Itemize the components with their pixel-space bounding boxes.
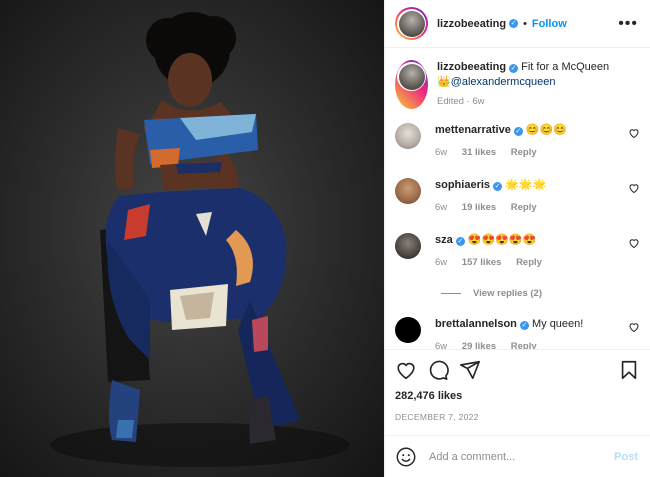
comment-body: sophiaeris ✓ 🌟🌟🌟 6w 19 likes Reply [435,178,615,215]
verified-badge-icon: ✓ [509,19,519,28]
caption-avatar [398,63,425,90]
comment-reply-button[interactable]: Reply [511,202,537,213]
comment-body: brettalannelson ✓ My queen! 6w 29 likes R… [435,317,615,349]
verified-badge-icon: ✓ [513,127,523,136]
post-photo-artwork [50,12,350,467]
comment-age: 6w [435,341,448,349]
comment-like-heart-icon[interactable] [628,127,640,139]
comment-bubble-icon[interactable] [427,359,449,381]
share-paper-plane-icon[interactable] [459,359,481,381]
comment-item: sophiaeris ✓ 🌟🌟🌟 6w 19 likes Reply [385,178,650,215]
comments-section[interactable]: lizzobeeating ✓ Fit for a McQueen 👑@alexa… [385,48,650,349]
post-actions-area: 282,476 likes DECEMBER 7, 2022 [385,349,650,435]
commenter-avatar[interactable] [395,178,421,204]
comment-reply-button[interactable]: Reply [516,257,542,268]
follow-button[interactable]: Follow [532,18,567,30]
comment-likes[interactable]: 157 likes [462,257,502,268]
comment-age: 6w [435,202,448,213]
comment-text: 😊😊😊 [525,124,567,136]
view-replies-button[interactable]: View replies (2) [441,288,650,299]
caption-avatar-ring[interactable] [395,60,428,109]
commenter-avatar[interactable] [395,123,421,149]
comment-reply-button[interactable]: Reply [511,341,537,349]
caption-mention-link[interactable]: @alexandermcqueen [451,76,556,88]
verified-badge-icon: ✓ [455,237,465,246]
comment-username[interactable]: sza [435,234,453,246]
comment-like-heart-icon[interactable] [628,321,640,333]
more-horizontal-icon[interactable]: ••• [618,15,638,33]
emoji-smile-icon[interactable] [395,446,417,468]
add-comment-input[interactable] [429,450,615,463]
comment-body: mettenarrative ✓ 😊😊😊 6w 31 likes Reply [435,123,615,160]
comment-like-heart-icon[interactable] [628,182,640,194]
post-likes-count[interactable]: 282,476 likes [395,390,640,402]
view-replies-line [441,293,461,294]
instagram-post-window: lizzobeeating ✓ • Follow ••• lizzobeeati… [0,0,650,477]
caption-text-block: lizzobeeating ✓ Fit for a McQueen 👑@alexa… [437,60,609,109]
comment-likes[interactable]: 31 likes [462,147,496,158]
comment-likes[interactable]: 19 likes [462,202,496,213]
view-replies-label: View replies (2) [473,288,542,299]
caption: lizzobeeating ✓ Fit for a McQueen 👑@alexa… [385,48,650,109]
add-comment-bar: Post [385,435,650,477]
post-header: lizzobeeating ✓ • Follow ••• [385,0,650,48]
comment-meta: 6w 31 likes Reply [435,146,615,160]
author-username[interactable]: lizzobeeating [437,18,506,30]
comment-meta: 6w 19 likes Reply [435,201,615,215]
verified-badge-icon: ✓ [493,182,503,191]
comment-username[interactable]: sophiaeris [435,179,490,191]
verified-badge-icon: ✓ [519,321,529,330]
action-bar [395,350,640,390]
caption-username[interactable]: lizzobeeating [437,61,506,73]
author-avatar [398,10,425,37]
comment-text: My queen! [531,318,584,330]
comment-text: 🌟🌟🌟 [505,179,547,191]
bookmark-icon[interactable] [618,359,640,381]
comment-like-heart-icon[interactable] [628,237,640,249]
post-comment-button[interactable]: Post [614,451,638,463]
comment-text: 😍😍😍😍😍 [467,234,537,246]
comment-age: 6w [435,257,448,268]
post-photo[interactable] [0,0,384,477]
post-side-panel: lizzobeeating ✓ • Follow ••• lizzobeeati… [384,0,650,477]
header-separator: • [523,17,527,30]
post-date: DECEMBER 7, 2022 [395,412,479,422]
comment-item: mettenarrative ✓ 😊😊😊 6w 31 likes Reply [385,123,650,160]
comment-reply-button[interactable]: Reply [511,147,537,158]
commenter-avatar[interactable] [395,317,421,343]
caption-text: Fit for a McQueen [521,61,610,73]
comment-meta: 6w 157 likes Reply [435,256,615,270]
comment-age: 6w [435,147,448,158]
caption-meta: Edited · 6w [437,96,485,107]
commenter-avatar[interactable] [395,233,421,259]
comment-item: sza ✓ 😍😍😍😍😍 6w 157 likes Reply [385,233,650,270]
crown-emoji: 👑 [437,76,451,88]
comment-username[interactable]: brettalannelson [435,318,517,330]
comment-likes[interactable]: 29 likes [462,341,496,349]
verified-badge-icon: ✓ [509,64,519,73]
author-avatar-ring[interactable] [395,7,428,40]
like-heart-icon[interactable] [395,359,417,381]
comment-item: brettalannelson ✓ My queen! 6w 29 likes R… [385,317,650,349]
comment-username[interactable]: mettenarrative [435,124,511,136]
comment-body: sza ✓ 😍😍😍😍😍 6w 157 likes Reply [435,233,615,270]
comment-meta: 6w 29 likes Reply [435,340,615,349]
